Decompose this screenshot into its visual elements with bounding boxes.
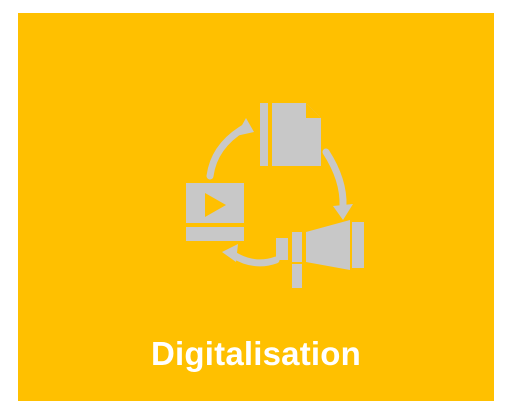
- megaphone-icon: [276, 220, 364, 288]
- tile-label: Digitalisation: [151, 335, 361, 372]
- video-play-icon: [186, 183, 244, 241]
- document-icon: [260, 103, 321, 166]
- digitalisation-tile[interactable]: Digitalisation: [18, 13, 494, 401]
